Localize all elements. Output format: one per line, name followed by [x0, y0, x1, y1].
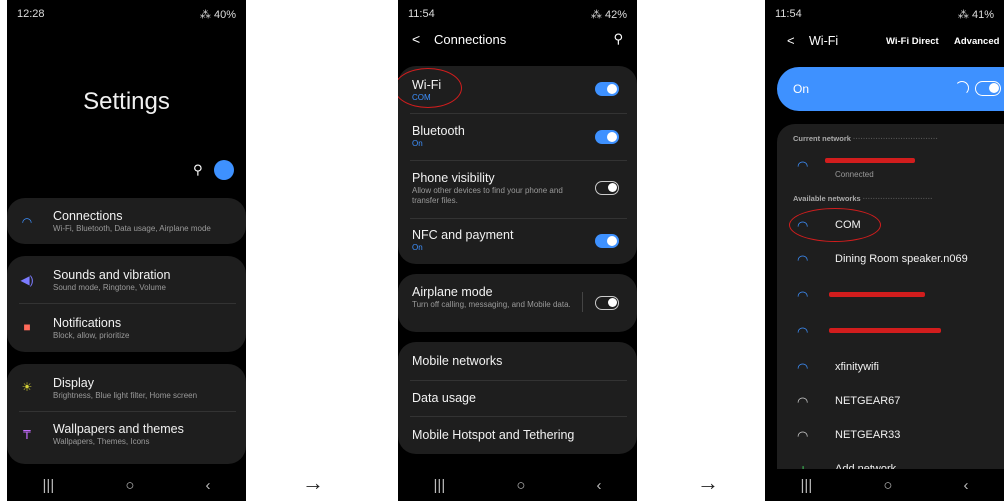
nfc-item[interactable]: NFC and payment On [398, 219, 637, 264]
status-time: 12:28 [17, 8, 45, 20]
wifi-toggle[interactable] [595, 82, 619, 96]
back-icon[interactable]: ‹ [963, 477, 968, 494]
wifi-lock-icon: ◠ [797, 394, 809, 409]
signal-icon: ⁂ [199, 8, 214, 21]
redaction-bar [829, 292, 925, 297]
settings-group-connections: ◠ Connections Wi-Fi, Bluetooth, Data usa… [7, 198, 246, 244]
connections-group-1: Wi-Fi COM Bluetooth On Phone visibility … [398, 66, 637, 264]
status-bar: 11:54 ⁂ 41% [765, 0, 1004, 28]
brush-icon: ₸ [23, 428, 31, 442]
speaker-icon: ◀) [20, 273, 34, 287]
bluetooth-item[interactable]: Bluetooth On [398, 114, 637, 160]
wifi-icon: ◠ [21, 215, 33, 229]
advanced-button[interactable]: Advanced [954, 36, 999, 47]
network-item[interactable]: ◠ [777, 282, 1004, 310]
airplane-mode-item[interactable]: Airplane mode Turn off calling, messagin… [398, 274, 637, 332]
nav-bar: ||| ○ ‹ [7, 469, 246, 501]
connections-group-3: Mobile networks Data usage Mobile Hotspo… [398, 342, 637, 454]
signal-icon: ⁂ [957, 8, 972, 21]
wifi-on-label: On [793, 82, 810, 96]
search-icon[interactable]: ⚲ [613, 31, 623, 47]
wifi-toggle[interactable] [975, 81, 1001, 96]
back-arrow-icon[interactable]: < [412, 31, 420, 47]
nav-bar: ||| ○ ‹ [765, 469, 1004, 501]
status-time: 11:54 [775, 8, 802, 20]
settings-screen: 12:28 ⁂ 40% Settings ⚲ ◠ Connections Wi-… [7, 0, 246, 501]
current-network-item[interactable]: ◠ Connected [777, 150, 1004, 184]
settings-group-sound: ◀) Sounds and vibration Sound mode, Ring… [7, 256, 246, 352]
nav-bar: ||| ○ ‹ [398, 469, 637, 501]
flow-arrow: → [302, 470, 324, 495]
phone-visibility-item[interactable]: Phone visibility Allow other devices to … [398, 161, 637, 217]
network-item[interactable]: ◠ Dining Room speaker.n069 [777, 246, 1004, 274]
page-title: Wi-Fi [809, 34, 839, 48]
search-icon[interactable]: ⚲ [193, 162, 203, 178]
wifi-direct-button[interactable]: Wi-Fi Direct [886, 36, 939, 47]
status-time: 11:54 [408, 8, 435, 20]
available-networks-header: Available networks ·····················… [793, 194, 933, 203]
recents-icon[interactable]: ||| [801, 477, 813, 494]
wifi-screen: 11:54 ⁂ 41% < Wi-Fi Wi-Fi Direct Advance… [765, 0, 1004, 501]
redaction-bar [825, 158, 915, 163]
network-item[interactable]: ◠ xfinitywifi [777, 354, 1004, 382]
status-bar: 11:54 ⁂ 42% [398, 0, 637, 28]
recents-icon[interactable]: ||| [43, 477, 55, 494]
wifi-icon: ◠ [797, 252, 809, 267]
network-item[interactable]: ◠ NETGEAR33 [777, 422, 1004, 450]
notifications-item[interactable]: ■ Notifications Block, allow, prioritize [7, 304, 246, 352]
wifi-icon: ◠ [797, 360, 809, 375]
connections-screen: 11:54 ⁂ 42% < Connections ⚲ Wi-Fi COM Bl… [398, 0, 637, 501]
home-icon[interactable]: ○ [125, 477, 134, 494]
wallpapers-item[interactable]: ₸ Wallpapers and themes Wallpapers, Them… [7, 412, 246, 460]
wifi-lock-icon: ◠ [797, 288, 809, 303]
back-icon[interactable]: ‹ [205, 477, 210, 494]
loading-spinner-icon [955, 81, 969, 95]
back-arrow-icon[interactable]: < [787, 33, 795, 48]
mobile-hotspot-item[interactable]: Mobile Hotspot and Tethering [398, 416, 637, 454]
airplane-mode-toggle[interactable] [595, 296, 619, 310]
battery-level: 41% [971, 8, 994, 21]
connections-group-2: Airplane mode Turn off calling, messagin… [398, 274, 637, 332]
connected-label: Connected [835, 170, 874, 179]
recents-icon[interactable]: ||| [434, 477, 446, 494]
home-icon[interactable]: ○ [516, 477, 525, 494]
data-usage-item[interactable]: Data usage [398, 380, 637, 416]
page-title: Connections [434, 32, 507, 47]
current-network-header: Current network ························… [793, 134, 938, 143]
wifi-lock-icon: ◠ [797, 158, 809, 173]
annotation-circle [789, 208, 881, 242]
page-title: Settings [83, 88, 170, 115]
status-bar: 12:28 ⁂ 40% [7, 0, 246, 28]
wifi-master-switch[interactable]: On [777, 67, 1004, 111]
back-icon[interactable]: ‹ [596, 477, 601, 494]
battery-level: 42% [604, 8, 627, 21]
mobile-networks-item[interactable]: Mobile networks [398, 342, 637, 380]
notification-icon: ■ [23, 320, 31, 334]
sun-icon: ☀ [21, 380, 33, 394]
networks-card: Current network ························… [777, 124, 1004, 484]
home-icon[interactable]: ○ [883, 477, 892, 494]
phone-visibility-toggle[interactable] [595, 181, 619, 195]
sounds-item[interactable]: ◀) Sounds and vibration Sound mode, Ring… [7, 256, 246, 304]
network-item[interactable]: ◠ [777, 318, 1004, 346]
battery-level: 40% [213, 8, 236, 21]
display-item[interactable]: ☀ Display Brightness, Blue light filter,… [7, 364, 246, 412]
settings-group-display: ☀ Display Brightness, Blue light filter,… [7, 364, 246, 464]
wifi-lock-icon: ◠ [797, 428, 809, 443]
bluetooth-toggle[interactable] [595, 130, 619, 144]
flow-arrow: → [697, 470, 719, 495]
signal-icon: ⁂ [590, 8, 605, 21]
nfc-toggle[interactable] [595, 234, 619, 248]
network-item[interactable]: ◠ NETGEAR67 [777, 388, 1004, 416]
profile-avatar-icon[interactable] [214, 160, 234, 180]
wifi-lock-icon: ◠ [797, 324, 809, 339]
connections-item[interactable]: ◠ Connections Wi-Fi, Bluetooth, Data usa… [7, 198, 246, 244]
redaction-bar [829, 328, 941, 333]
